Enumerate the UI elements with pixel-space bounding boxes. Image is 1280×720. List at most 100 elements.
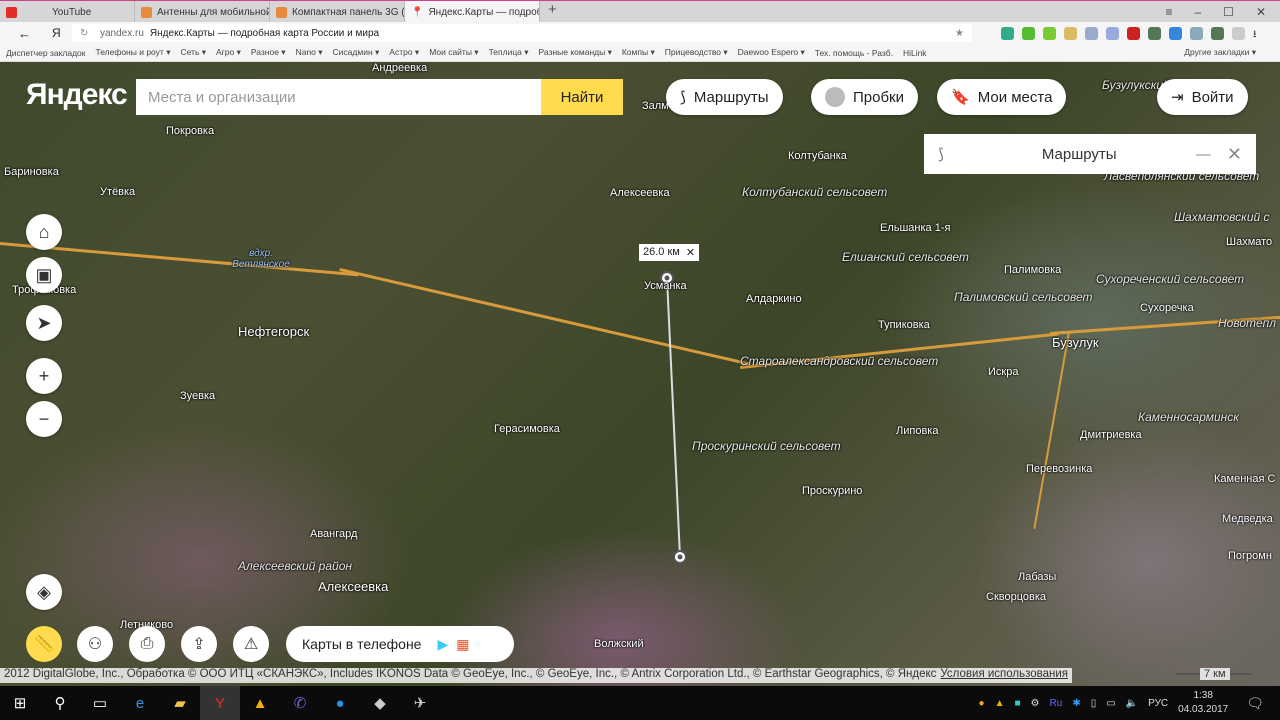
- bookmark[interactable]: Разные команды ▾: [539, 47, 612, 58]
- extension-icon[interactable]: [1169, 26, 1182, 40]
- start-button[interactable]: ⊞: [0, 686, 40, 720]
- extension-icon[interactable]: [1001, 26, 1014, 40]
- report-button[interactable]: ⚠: [233, 626, 269, 662]
- tray-icon[interactable]: ▲: [995, 698, 1005, 709]
- bookmark[interactable]: Телефоны и роут ▾: [95, 47, 170, 58]
- login-button[interactable]: ⇥ Войти: [1157, 79, 1248, 115]
- minimize-panel-icon[interactable]: —: [1196, 146, 1211, 163]
- app-button[interactable]: ◆: [360, 686, 400, 720]
- bookmark[interactable]: Сеть ▾: [180, 47, 206, 58]
- yandex-browser-icon[interactable]: Я: [52, 26, 61, 40]
- edge-button[interactable]: e: [120, 686, 160, 720]
- extension-icon[interactable]: [1085, 26, 1098, 40]
- layers-button[interactable]: ◈: [26, 574, 62, 610]
- tab-panel[interactable]: Компактная панель 3G (че: [270, 1, 405, 23]
- bookmark[interactable]: Теплица ▾: [489, 47, 529, 58]
- zoom-out-button[interactable]: −: [26, 401, 62, 437]
- bookmark[interactable]: Прицеводство ▾: [665, 47, 728, 58]
- tab-yandex-maps[interactable]: 📍Яндекс.Карты — подробн×: [405, 1, 540, 23]
- task-view-button[interactable]: ▭: [80, 686, 120, 720]
- routes-button[interactable]: ⟆ Маршруты: [666, 79, 783, 115]
- extension-icon[interactable]: [1190, 26, 1203, 40]
- close-panel-icon[interactable]: ✕: [1227, 144, 1242, 165]
- bookmark[interactable]: Диспетчер закладок: [6, 48, 85, 58]
- yandex-browser-button[interactable]: Y: [200, 686, 240, 720]
- tab-antennas[interactable]: Антенны для мобильной св: [135, 1, 270, 23]
- bookmark-star-icon[interactable]: ★: [955, 28, 964, 39]
- ruler-button[interactable]: 📏: [26, 626, 62, 662]
- adblock-icon[interactable]: [1127, 26, 1140, 40]
- address-input[interactable]: ↻ yandex.ru Яндекс.Карты — подробная карта…: [72, 24, 972, 42]
- panorama-button[interactable]: ⚇: [77, 626, 113, 662]
- explorer-button[interactable]: ▰: [160, 686, 200, 720]
- map-label: Медведка: [1222, 513, 1273, 525]
- bookmark[interactable]: Сисадмин ▾: [333, 47, 380, 58]
- bookmark[interactable]: Компы ▾: [622, 47, 655, 58]
- back-button[interactable]: ←: [18, 26, 31, 41]
- google-play-icon: ▶: [437, 635, 449, 652]
- downloads-icon[interactable]: ⭳: [1253, 27, 1266, 40]
- home-button[interactable]: ⌂: [26, 214, 62, 250]
- traffic-button[interactable]: Пробки: [811, 79, 918, 115]
- tray-icon[interactable]: ●: [979, 698, 985, 709]
- share-button[interactable]: ⇪: [181, 626, 217, 662]
- extension-icon[interactable]: [1148, 26, 1161, 40]
- work-button[interactable]: ▣: [26, 257, 62, 293]
- bluetooth-icon[interactable]: ✱: [1072, 698, 1080, 709]
- find-button[interactable]: Найти: [541, 79, 623, 115]
- network-icon[interactable]: ▭: [1106, 698, 1115, 709]
- volume-icon[interactable]: 🔈: [1126, 698, 1138, 709]
- map-label: Андреевка: [372, 62, 428, 74]
- extension-icon[interactable]: [1232, 26, 1245, 40]
- clock[interactable]: 1:38 04.03.2017: [1178, 689, 1228, 717]
- login-label: Войти: [1191, 88, 1234, 106]
- bookmark[interactable]: Астро ▾: [389, 47, 419, 58]
- imo-icon: ●: [335, 694, 345, 712]
- bookmark[interactable]: Мои сайты ▾: [429, 47, 478, 58]
- tray-icon[interactable]: ■: [1015, 698, 1021, 709]
- bookmark[interactable]: Разное ▾: [251, 47, 286, 58]
- zoom-in-button[interactable]: +: [26, 358, 62, 394]
- menu-icon[interactable]: ≡: [1165, 5, 1172, 19]
- locate-button[interactable]: ➤: [26, 305, 62, 341]
- tray-icon[interactable]: ⚙: [1031, 698, 1040, 709]
- new-tab-button[interactable]: +: [540, 1, 565, 22]
- app-button[interactable]: ▲: [240, 686, 280, 720]
- notifications-icon[interactable]: 🗨: [1246, 695, 1264, 712]
- close-window-button[interactable]: ✕: [1256, 5, 1266, 19]
- language-indicator[interactable]: РУС: [1148, 698, 1168, 709]
- tab-youtube[interactable]: YouTube: [0, 1, 135, 23]
- bookmark[interactable]: Тех. помощь - Разб.: [815, 48, 893, 58]
- download-icon[interactable]: [1043, 26, 1056, 40]
- bookmark[interactable]: HiLink: [903, 48, 927, 58]
- maximize-button[interactable]: ☐: [1223, 5, 1234, 19]
- search-input[interactable]: Места и организации: [136, 79, 542, 115]
- extension-icon[interactable]: [1211, 26, 1224, 40]
- bookmark[interactable]: Daewoo Espero ▾: [738, 47, 805, 58]
- extension-icon[interactable]: [1064, 26, 1077, 40]
- bookmark[interactable]: Nano ▾: [296, 47, 323, 58]
- maps-in-phone-button[interactable]: Карты в телефоне ▶ ▦: [286, 626, 514, 662]
- extension-icon[interactable]: [1022, 26, 1035, 40]
- usb-icon[interactable]: ▯: [1091, 698, 1097, 709]
- map-label: Зуевка: [180, 390, 216, 402]
- map-label: Сухореченский сельсовет: [1096, 272, 1245, 286]
- tray-icon[interactable]: Ru: [1050, 698, 1063, 709]
- viber-button[interactable]: ✆: [280, 686, 320, 720]
- windows-icon: ▦: [456, 635, 470, 652]
- reload-icon[interactable]: ↻: [80, 28, 88, 39]
- terms-link[interactable]: Условия использования: [940, 668, 1068, 683]
- my-places-button[interactable]: 🔖 Мои места: [937, 79, 1067, 115]
- app-button[interactable]: ✈: [400, 686, 440, 720]
- close-ruler-icon[interactable]: ✕: [686, 246, 695, 259]
- extension-icon[interactable]: [1106, 26, 1119, 40]
- address-domain: yandex.ru: [100, 27, 144, 39]
- imo-button[interactable]: ●: [320, 686, 360, 720]
- search-button[interactable]: ⚲: [40, 686, 80, 720]
- yandex-logo[interactable]: Яндекс: [26, 78, 128, 112]
- print-button[interactable]: ⎙: [129, 626, 165, 662]
- routes-label: Маршруты: [693, 88, 769, 106]
- other-bookmarks[interactable]: Другие закладки ▾: [1184, 47, 1256, 58]
- minimize-button[interactable]: –: [1194, 5, 1201, 19]
- bookmark[interactable]: Агро ▾: [216, 47, 241, 58]
